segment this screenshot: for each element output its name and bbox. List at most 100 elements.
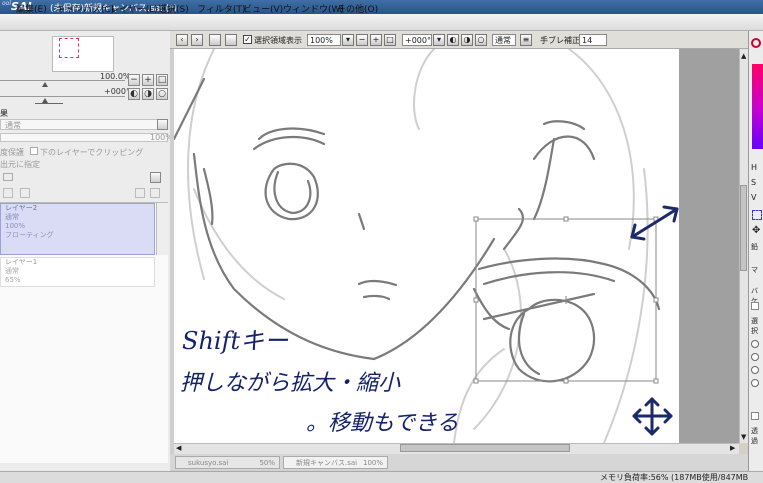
effect-label: 果 [0, 109, 8, 118]
zoom-value: 100.0% [100, 72, 131, 81]
layer-item-layer1[interactable]: レイヤー1 通常 65% [0, 257, 155, 287]
horizontal-scroll-thumb[interactable] [400, 444, 570, 452]
value-label: V [751, 193, 757, 202]
blend-mode-dropdown-icon[interactable] [157, 119, 168, 130]
scroll-right-icon[interactable]: ▶ [730, 444, 735, 452]
tab-zoom: 100% [362, 459, 383, 467]
redo-button[interactable]: › [191, 34, 203, 46]
show-selection-label: 選択領域表示 [254, 36, 302, 45]
zoom-out-button[interactable]: − [128, 74, 140, 86]
blend-mode-value: 通常 [5, 121, 21, 130]
rotate-reset-button[interactable]: ○ [156, 88, 168, 100]
layer-floating-label: フローティング [5, 231, 54, 239]
hue-label: H [751, 163, 758, 172]
stabilizer-field[interactable]: 14 [579, 34, 607, 46]
deselect-button[interactable] [209, 34, 221, 46]
blend-mode-select[interactable] [0, 119, 168, 130]
zoom-slider-knob[interactable] [42, 82, 48, 87]
selection-tool-icon[interactable] [752, 210, 762, 220]
layer-name: レイヤー1 [5, 258, 38, 266]
menu-other[interactable]: その他(O) [337, 2, 378, 15]
color-wheel-icon[interactable] [751, 38, 761, 48]
radio-option-1[interactable] [751, 340, 759, 348]
tab-sukusyo[interactable]: sukusyo.sai 50% [175, 456, 280, 469]
show-selection-checkbox[interactable]: ✓ [243, 35, 252, 44]
rotate-right-button[interactable]: ◑ [142, 88, 154, 100]
trash-icon[interactable] [20, 188, 30, 198]
tab-zoom: 50% [259, 459, 275, 467]
menu-layer[interactable]: レイヤー(L) [110, 2, 158, 15]
toolbar-zoom-in-button[interactable]: + [370, 34, 382, 46]
scroll-left-icon[interactable]: ◀ [176, 444, 181, 452]
radio-option-4[interactable] [751, 379, 759, 387]
flip-view-button[interactable]: ≡ [520, 34, 532, 46]
layer-thumbnail [156, 203, 168, 255]
pencil-tool-label[interactable]: 鉛 [751, 242, 758, 252]
invert-selection-button[interactable] [225, 34, 237, 46]
annotation-line-1: Shiftキー [182, 327, 289, 355]
radio-option-2[interactable] [751, 353, 759, 361]
layer-mode: 通常 [5, 213, 19, 221]
move-arrow-icon [632, 397, 673, 436]
rotation-dropdown-icon[interactable]: ▾ [433, 34, 445, 46]
rotation-reset-button[interactable]: ○ [475, 34, 487, 46]
undo-button[interactable]: ‹ [176, 34, 188, 46]
merge-layer-icon[interactable] [135, 188, 145, 198]
layer-item-layer2[interactable]: レイヤー2 通常 100% フローティング [0, 203, 155, 255]
layer-name: レイヤー2 [5, 204, 38, 212]
transparency-label: 透過 [751, 427, 758, 445]
navigator-view-rect[interactable] [59, 38, 79, 58]
toolbar-zoom-out-button[interactable]: − [356, 34, 368, 46]
menu-filter[interactable]: フィルタ(T) [197, 2, 245, 15]
scroll-up-icon[interactable]: ▲ [741, 52, 746, 60]
toolbar-zoom-reset-button[interactable]: □ [384, 34, 396, 46]
rotate-ccw-button[interactable]: ◐ [447, 34, 459, 46]
rotation-field[interactable]: +000° [402, 34, 432, 46]
menu-canvas[interactable]: キャンバス(C) [56, 2, 114, 15]
layer-opacity: 65% [5, 276, 21, 284]
tab-name: 新規キャンバス.sai [296, 459, 358, 467]
layer-panel-menu-button[interactable] [150, 172, 161, 183]
rotate-slider-track[interactable] [0, 96, 125, 97]
radio-option-3[interactable] [751, 366, 759, 374]
scroll-down-icon[interactable]: ▼ [741, 433, 746, 441]
selection-source-label: 出元に指定 [0, 160, 40, 169]
clear-layer-icon[interactable] [150, 188, 160, 198]
menu-view[interactable]: ビュー(V) [243, 2, 283, 15]
resize-arrow-icon [630, 207, 679, 239]
color-wheel[interactable] [752, 64, 763, 149]
opacity-slider[interactable] [0, 133, 168, 142]
rotate-cw-button[interactable]: ◑ [461, 34, 473, 46]
saturation-label: S [751, 178, 757, 187]
menu-bar [0, 14, 763, 31]
rotate-left-button[interactable]: ◐ [128, 88, 140, 100]
option-checkbox[interactable] [751, 302, 759, 310]
option-checkbox-2[interactable] [751, 412, 759, 420]
layer-mode: 通常 [5, 267, 19, 275]
move-tool-icon[interactable]: ✥ [752, 225, 760, 236]
stabilizer-label: 手ブレ補正 [540, 36, 580, 45]
zoom-dropdown-icon[interactable]: ▾ [342, 34, 354, 46]
clip-lower-checkbox[interactable] [30, 147, 38, 155]
zoom-field[interactable]: 100% [307, 34, 341, 46]
new-folder-icon[interactable] [3, 173, 13, 181]
memory-status: メモリ負荷率:56% (187MB使用/847MB [600, 473, 749, 482]
menu-selection[interactable]: 選択(S) [158, 2, 189, 15]
tab-name: sukusyo.sai [188, 459, 229, 467]
zoom-reset-button[interactable]: □ [156, 74, 168, 86]
menu-window[interactable]: ウィンドウ(W) [283, 2, 344, 15]
vertical-scroll-thumb[interactable] [740, 185, 747, 271]
marker-tool-label[interactable]: マ [751, 265, 758, 275]
tab-new-canvas[interactable]: 新規キャンバス.sai 100% [283, 456, 388, 469]
drawing-canvas[interactable]: Shiftキー 押しながら拡大・縮小 。移動もできる [174, 49, 679, 443]
flip-indicator [35, 103, 63, 104]
layer-opacity: 100% [5, 222, 26, 230]
annotation-line-2: 押しながら拡大・縮小 [180, 371, 401, 396]
protect-opacity-label: 度保護 [0, 148, 24, 157]
select-label: 選択 [751, 317, 758, 335]
menu-edit[interactable]: 編集(E) [16, 2, 47, 15]
copy-layer-icon[interactable] [3, 188, 13, 198]
view-mode-field[interactable]: 通常 [492, 34, 516, 46]
clip-lower-label: 下のレイヤーでクリッピング [40, 148, 144, 157]
zoom-in-button[interactable]: + [142, 74, 154, 86]
